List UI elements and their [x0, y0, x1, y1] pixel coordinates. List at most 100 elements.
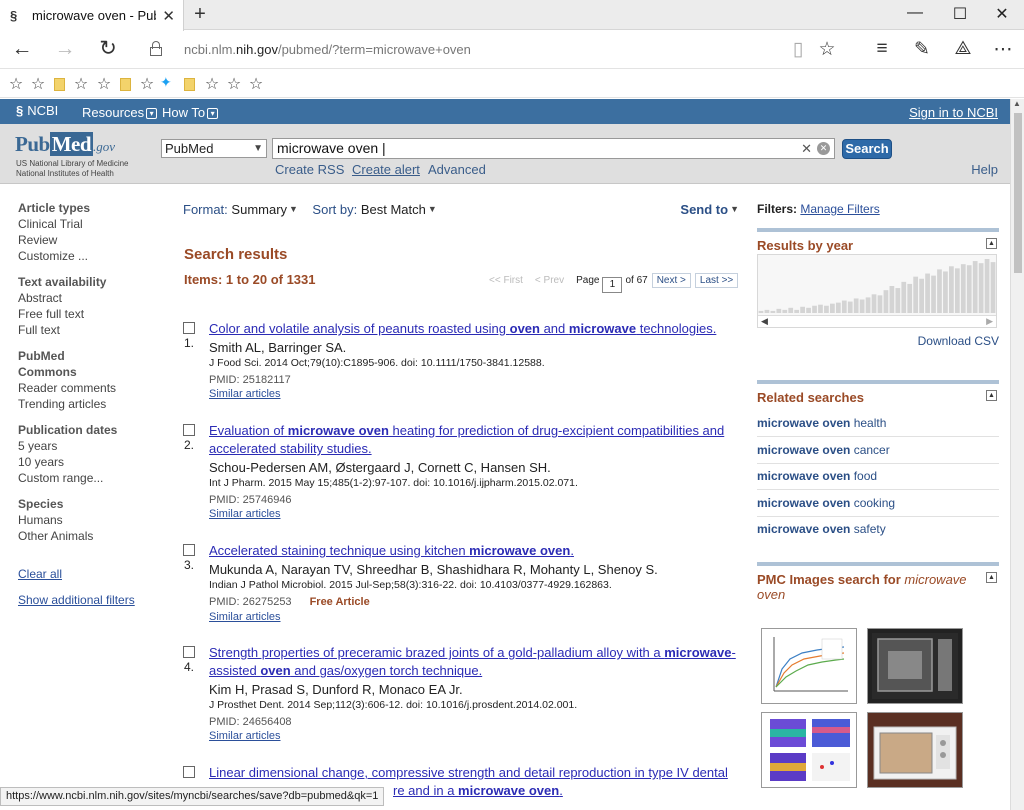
histogram-bar[interactable] — [788, 307, 794, 313]
scroll-right-icon[interactable]: ▶ — [986, 316, 993, 327]
histogram-bar[interactable] — [895, 288, 901, 313]
filter-customize[interactable]: Customize ... — [18, 248, 158, 264]
result-checkbox[interactable] — [183, 544, 195, 556]
close-tab-icon[interactable]: ✕ — [162, 7, 175, 25]
back-icon[interactable]: ← — [9, 37, 35, 61]
result-title-link[interactable]: Strength properties of preceramic brazed… — [209, 644, 743, 680]
refresh-icon[interactable]: ↻ — [95, 37, 121, 61]
result-checkbox[interactable] — [183, 646, 195, 658]
ncbi-logo[interactable]: § NCBI — [16, 103, 58, 118]
page-number-input[interactable]: 1 — [602, 277, 623, 293]
favorite-star-icon[interactable]: ☆ — [813, 38, 841, 61]
histogram-bar[interactable] — [901, 281, 907, 313]
histogram-bar[interactable] — [877, 295, 883, 313]
histogram-bar[interactable] — [954, 268, 960, 313]
filter-humans[interactable]: Humans — [18, 512, 158, 528]
histogram-bar[interactable] — [770, 310, 776, 313]
favorite-star-icon[interactable]: ☆ — [96, 74, 112, 94]
histogram-bar[interactable] — [818, 304, 823, 313]
histogram-bar[interactable] — [782, 309, 788, 313]
similar-articles-link[interactable]: Similar articles — [209, 508, 281, 520]
histogram-bar[interactable] — [984, 259, 990, 313]
histogram-bar[interactable] — [841, 300, 847, 313]
last-page-button[interactable]: Last >> — [694, 273, 739, 288]
histogram-bar[interactable] — [812, 305, 817, 313]
histogram-bar[interactable] — [835, 302, 841, 313]
histogram-bar[interactable] — [931, 275, 936, 313]
filter-free-full-text[interactable]: Free full text — [18, 306, 158, 322]
filter-custom-range[interactable]: Custom range... — [18, 470, 158, 486]
result-title-link[interactable]: Linear dimensional change, compressive s… — [209, 764, 743, 782]
histogram-bar[interactable] — [960, 264, 966, 313]
clear-all-link[interactable]: Clear all — [18, 566, 158, 582]
histogram-bar[interactable] — [871, 294, 877, 313]
advanced-link[interactable]: Advanced — [428, 162, 486, 177]
help-link[interactable]: Help — [971, 162, 998, 177]
favorite-folder-icon[interactable] — [120, 78, 131, 91]
sort-menu[interactable]: Sort by: Best Match ▼ — [312, 202, 436, 217]
first-page-link[interactable]: << First — [489, 275, 523, 286]
download-csv-link[interactable]: Download CSV — [918, 334, 999, 348]
send-to-menu[interactable]: Send to ▼ — [680, 202, 739, 217]
new-tab-icon[interactable]: + — [190, 3, 210, 26]
format-menu[interactable]: Format: Summary ▼ — [183, 202, 298, 217]
favorite-folder-icon[interactable] — [184, 78, 195, 91]
search-input[interactable]: microwave oven | ✕ ✕ — [272, 138, 835, 159]
more-icon[interactable]: ⋯ — [989, 38, 1017, 61]
result-title-link[interactable]: Accelerated staining technique using kit… — [209, 542, 743, 560]
collapse-icon[interactable]: ▲ — [986, 572, 997, 583]
histogram-bar[interactable] — [907, 283, 913, 313]
histogram-bar[interactable] — [883, 290, 889, 313]
database-select[interactable]: PubMed ▼ — [161, 139, 267, 158]
pubmed-logo[interactable]: PubMed .gov — [15, 132, 115, 157]
clear-circle-icon[interactable]: ✕ — [817, 142, 830, 155]
share-icon[interactable]: ⟁ — [949, 38, 977, 60]
histogram-bar[interactable] — [913, 276, 919, 313]
sign-in-link[interactable]: Sign in to NCBI — [909, 105, 998, 120]
histogram-bar[interactable] — [978, 263, 984, 313]
twitter-bird-icon[interactable]: ✦ — [160, 74, 172, 91]
web-note-icon[interactable]: ✎ — [908, 38, 936, 61]
filter-other-animals[interactable]: Other Animals — [18, 528, 158, 544]
prev-page-link[interactable]: < Prev — [535, 275, 564, 286]
histogram-bar[interactable] — [806, 307, 811, 313]
histogram-bar[interactable] — [853, 298, 859, 313]
similar-articles-link[interactable]: Similar articles — [209, 388, 281, 400]
forward-icon[interactable]: → — [52, 37, 78, 61]
result-title-link[interactable]: Evaluation of microwave oven heating for… — [209, 422, 743, 458]
histogram-bar[interactable] — [889, 286, 895, 313]
scroll-up-icon[interactable]: ▲ — [1013, 99, 1021, 108]
favorite-star-icon[interactable]: ☆ — [139, 74, 155, 94]
histogram-bar[interactable] — [824, 305, 829, 313]
maximize-icon[interactable]: ☐ — [945, 4, 975, 24]
manage-filters-link[interactable]: Manage Filters — [800, 202, 879, 216]
histogram-bar[interactable] — [966, 265, 972, 313]
histogram-bar[interactable] — [972, 261, 978, 313]
minimize-icon[interactable]: — — [900, 4, 930, 22]
clear-x-icon[interactable]: ✕ — [801, 139, 812, 158]
filter-5-years[interactable]: 5 years — [18, 438, 158, 454]
histogram-bar[interactable] — [830, 303, 835, 313]
related-search-item[interactable]: microwave oven health — [757, 416, 999, 437]
howto-menu[interactable]: How To ▾ — [162, 105, 219, 120]
resources-menu[interactable]: Resources ▾ — [82, 105, 158, 120]
favorite-star-icon[interactable]: ☆ — [73, 74, 89, 94]
pmc-image-thumbnail[interactable] — [867, 628, 963, 704]
favorite-folder-icon[interactable] — [54, 78, 65, 91]
similar-articles-link[interactable]: Similar articles — [209, 611, 281, 623]
close-window-icon[interactable]: ✕ — [987, 4, 1017, 24]
filter-trending-articles[interactable]: Trending articles — [18, 396, 158, 412]
hub-icon[interactable]: ≡ — [868, 38, 896, 60]
filter-full-text[interactable]: Full text — [18, 322, 158, 338]
histogram-bar[interactable] — [949, 266, 954, 313]
favorite-star-icon[interactable]: ☆ — [204, 74, 220, 94]
histogram-bar[interactable] — [865, 297, 871, 313]
result-title-continuation[interactable]: re and in a microwave oven. — [393, 782, 693, 800]
histogram-scroller[interactable]: ◀ ▶ — [758, 315, 996, 327]
related-search-item[interactable]: microwave oven food — [757, 469, 999, 490]
filter-abstract[interactable]: Abstract — [18, 290, 158, 306]
filter-reader-comments[interactable]: Reader comments — [18, 380, 158, 396]
histogram-bar[interactable] — [847, 301, 853, 313]
histogram-bar[interactable] — [776, 308, 782, 313]
related-search-item[interactable]: microwave oven safety — [757, 522, 999, 542]
